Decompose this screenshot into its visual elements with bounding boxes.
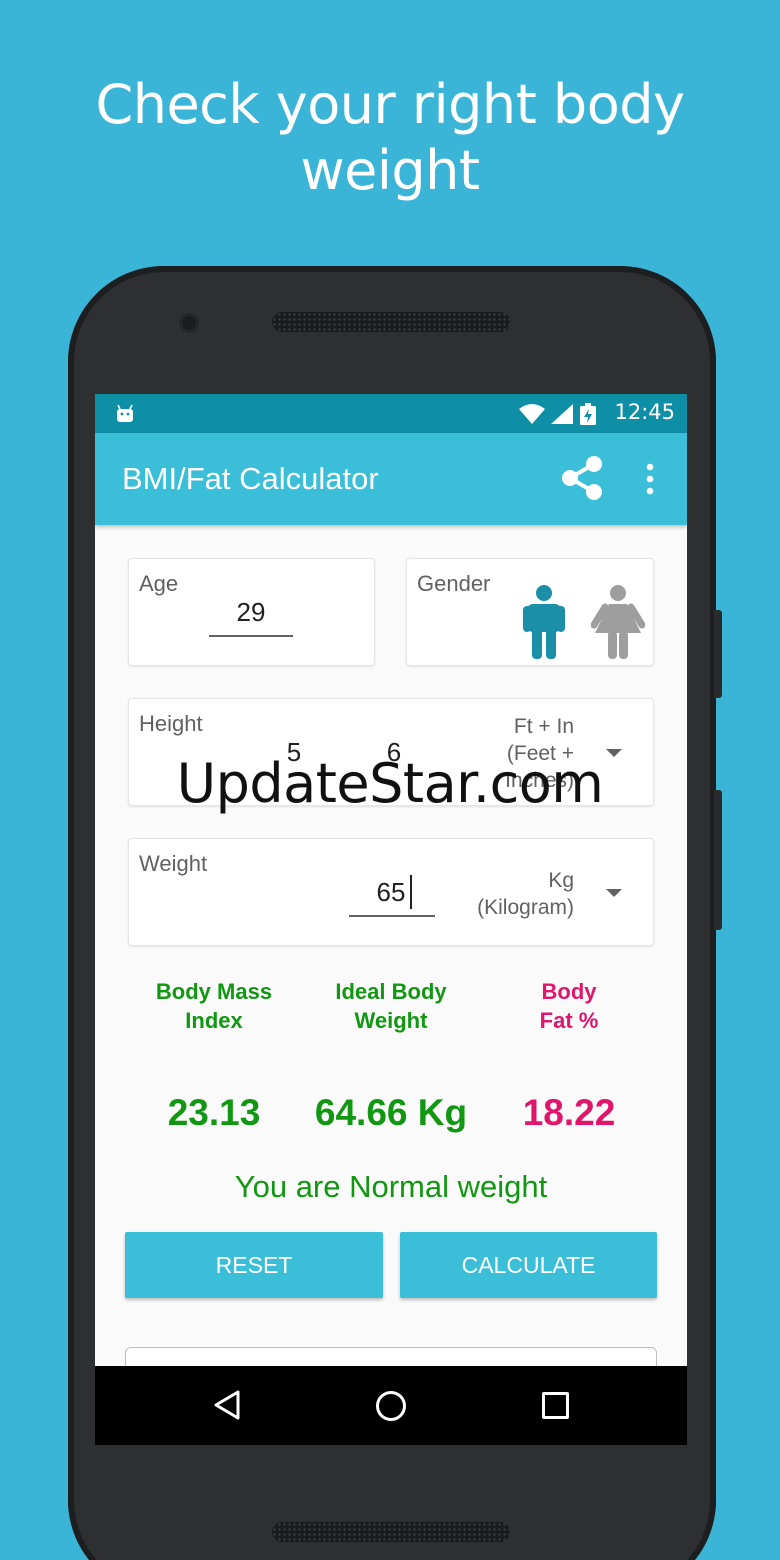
text-cursor: [410, 875, 412, 909]
back-icon[interactable]: [212, 1389, 242, 1421]
more-options-icon[interactable]: [643, 463, 657, 495]
bmi-value: 23.13: [167, 1092, 261, 1133]
watermark-text: UpdateStar.com: [176, 752, 604, 815]
weight-card: Weight 65 Kg (Kilogram): [129, 839, 653, 945]
age-card: Age 29: [129, 559, 374, 665]
ideal-weight-label: Ideal Body Weight: [311, 977, 471, 1035]
top-speaker: [272, 312, 510, 332]
body-fat-value: 18.22: [522, 1092, 616, 1133]
recent-apps-icon[interactable]: [542, 1392, 569, 1419]
phone-screen: 12:45 BMI/Fat Calculator Age 29 Gender H…: [95, 394, 687, 1445]
wifi-icon: [519, 404, 545, 424]
ideal-weight-value: 64.66 Kg: [314, 1092, 468, 1133]
navigation-bar: [95, 1366, 687, 1445]
ideal-weight-label-line2: Weight: [354, 1008, 428, 1033]
age-input-underline: [209, 635, 293, 637]
bmi-label-line1: Body Mass: [155, 979, 273, 1004]
age-input[interactable]: 29: [209, 597, 293, 628]
weight-unit-line2: (Kilogram): [477, 896, 574, 919]
weight-unit-line1: Kg: [548, 869, 574, 892]
body-fat-label-line1: Body: [541, 979, 597, 1004]
signal-icon: [551, 404, 573, 424]
promo-headline: Check your right body weight: [0, 72, 780, 204]
weight-unit-dropdown-icon[interactable]: [606, 889, 622, 897]
age-label: Age: [139, 571, 179, 596]
battery-charging-icon: [580, 403, 596, 425]
share-icon[interactable]: [560, 455, 604, 501]
weight-unit-selector[interactable]: Kg (Kilogram): [419, 867, 574, 921]
weight-label: Weight: [139, 851, 208, 876]
phone-volume-button: [714, 610, 722, 698]
ideal-weight-label-line1: Ideal Body: [335, 979, 447, 1004]
status-clock: 12:45: [614, 400, 675, 424]
reset-button[interactable]: RESET: [125, 1232, 383, 1298]
male-icon[interactable]: [521, 585, 567, 659]
promo-headline-line1: Check your right body: [95, 73, 685, 136]
app-title: BMI/Fat Calculator: [122, 461, 379, 496]
promo-headline-line2: weight: [300, 139, 480, 202]
front-camera: [179, 313, 199, 333]
app-bar: BMI/Fat Calculator: [95, 433, 687, 525]
status-bar: 12:45: [95, 394, 687, 433]
height-unit-line1: Ft + In: [513, 715, 574, 738]
home-icon[interactable]: [376, 1391, 406, 1421]
female-icon[interactable]: [591, 585, 645, 659]
bmi-label-line2: Index: [185, 1008, 243, 1033]
body-fat-label-line2: Fat %: [539, 1008, 599, 1033]
body-fat-label: Body Fat %: [489, 977, 649, 1035]
calculate-button[interactable]: CALCULATE: [400, 1232, 657, 1298]
height-label: Height: [139, 711, 203, 736]
weight-status-text: You are Normal weight: [234, 1169, 548, 1204]
status-icons: [519, 403, 597, 425]
android-notification-icon: [117, 404, 133, 422]
bmi-label: Body Mass Index: [134, 977, 294, 1035]
gender-card: Gender: [407, 559, 653, 665]
gender-label: Gender: [417, 571, 491, 596]
bottom-speaker: [272, 1522, 510, 1542]
